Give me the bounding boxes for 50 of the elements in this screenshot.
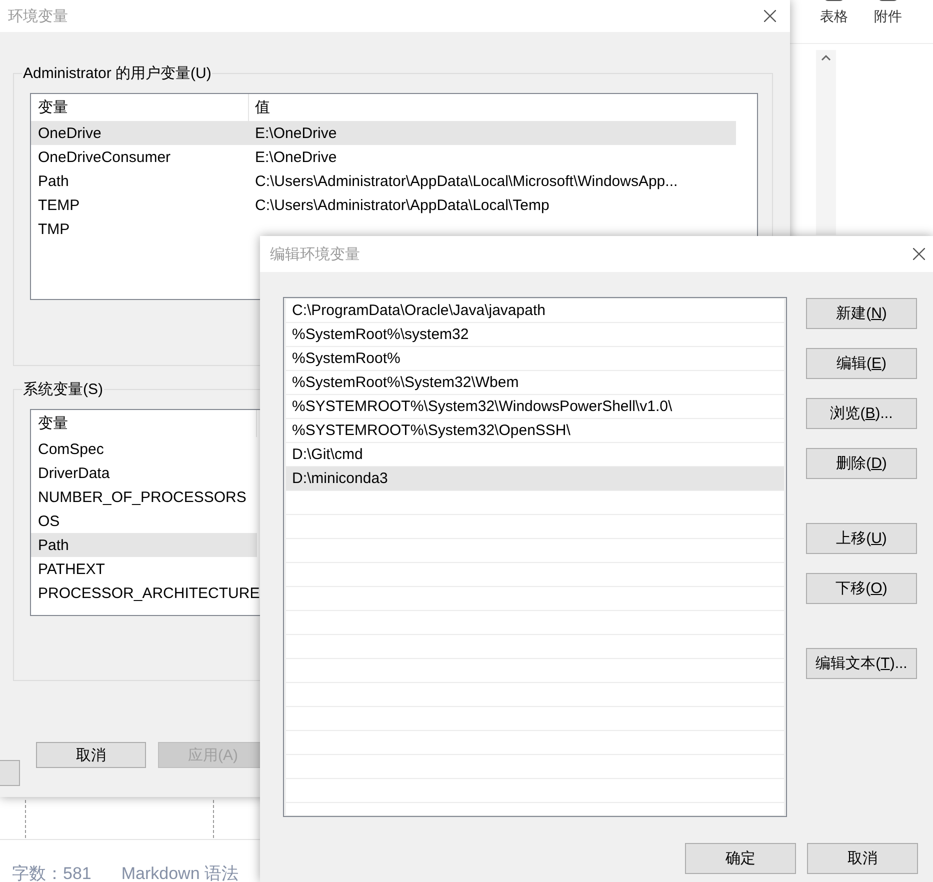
- path-entry[interactable]: %SystemRoot%: [286, 347, 784, 371]
- variable-value: C:\Users\Administrator\AppData\Local\Temp: [254, 196, 550, 214]
- column-header[interactable]: 变量: [31, 410, 257, 437]
- variable-value: E:\OneDrive: [254, 124, 337, 142]
- group-title: Administrator 的用户变量(U): [22, 64, 212, 83]
- dialog-button[interactable]: 取消: [807, 843, 918, 874]
- column-header[interactable]: 值: [249, 98, 270, 117]
- toolbar-button[interactable]: 附件: [874, 0, 902, 43]
- variable-row[interactable]: TMP: [31, 217, 76, 241]
- dialog-button[interactable]: 确定: [685, 843, 796, 874]
- action-button[interactable]: 编辑(E): [806, 348, 917, 379]
- variable-row[interactable]: TEMP C:\Users\Administrator\AppData\Local\Temp: [31, 193, 736, 217]
- path-entry[interactable]: %SystemRoot%\System32\Wbem: [286, 371, 784, 395]
- variable-value: E:\OneDrive: [254, 148, 337, 166]
- toolbar-button[interactable]: 表格: [820, 0, 848, 43]
- variable-row[interactable]: NUMBER_OF_PROCESSORS: [31, 485, 257, 509]
- group-title: 系统变量(S): [22, 380, 104, 399]
- variable-name: OneDriveConsumer: [37, 148, 172, 168]
- variable-name: OneDrive: [37, 124, 102, 144]
- variable-row[interactable]: Path: [31, 533, 257, 557]
- window-title: 环境变量: [8, 6, 68, 26]
- variable-row[interactable]: PATHEXT: [31, 557, 257, 581]
- path-entry[interactable]: %SYSTEMROOT%\System32\WindowsPowerShell\v1.0\: [286, 395, 784, 419]
- variable-row[interactable]: PROCESSOR_ARCHITECTURE: [31, 581, 260, 605]
- action-button[interactable]: 浏览(B)...: [806, 398, 917, 429]
- variable-name: TEMP: [37, 196, 81, 216]
- action-button[interactable]: 编辑文本(T)...: [806, 648, 917, 679]
- dialog-button[interactable]: 取消: [36, 742, 146, 768]
- variable-name: Path: [37, 172, 70, 192]
- variable-row[interactable]: DriverData: [31, 461, 257, 485]
- syntax-label: Markdown 语法: [121, 863, 239, 882]
- window-title: 编辑环境变量: [270, 244, 360, 264]
- scrollbar[interactable]: [816, 50, 836, 235]
- path-entry[interactable]: %SystemRoot%\system32: [286, 323, 784, 347]
- path-entry[interactable]: D:\miniconda3: [286, 467, 784, 491]
- variable-value: C:\Users\Administrator\AppData\Local\Microsoft\WindowsApp...: [254, 172, 678, 190]
- action-button[interactable]: 删除(D): [806, 448, 917, 479]
- action-button[interactable]: 新建(N): [806, 298, 917, 329]
- variable-row[interactable]: OneDriveConsumer E:\OneDrive: [31, 145, 736, 169]
- close-icon[interactable]: [764, 10, 776, 22]
- close-icon[interactable]: [913, 248, 925, 260]
- path-entry[interactable]: %SYSTEMROOT%\System32\OpenSSH\: [286, 419, 784, 443]
- action-button[interactable]: 上移(U): [806, 523, 917, 554]
- variable-row[interactable]: OS: [31, 509, 257, 533]
- variable-row[interactable]: OneDrive E:\OneDrive: [31, 121, 736, 145]
- variable-row[interactable]: Path C:\Users\Administrator\AppData\Local\Microsoft\WindowsApp...: [31, 169, 736, 193]
- action-button[interactable]: 下移(O): [806, 573, 917, 604]
- variable-row[interactable]: ComSpec: [31, 437, 257, 461]
- word-count: 字数：581: [12, 863, 92, 882]
- path-entry[interactable]: C:\ProgramData\Oracle\Java\javapath: [286, 299, 784, 323]
